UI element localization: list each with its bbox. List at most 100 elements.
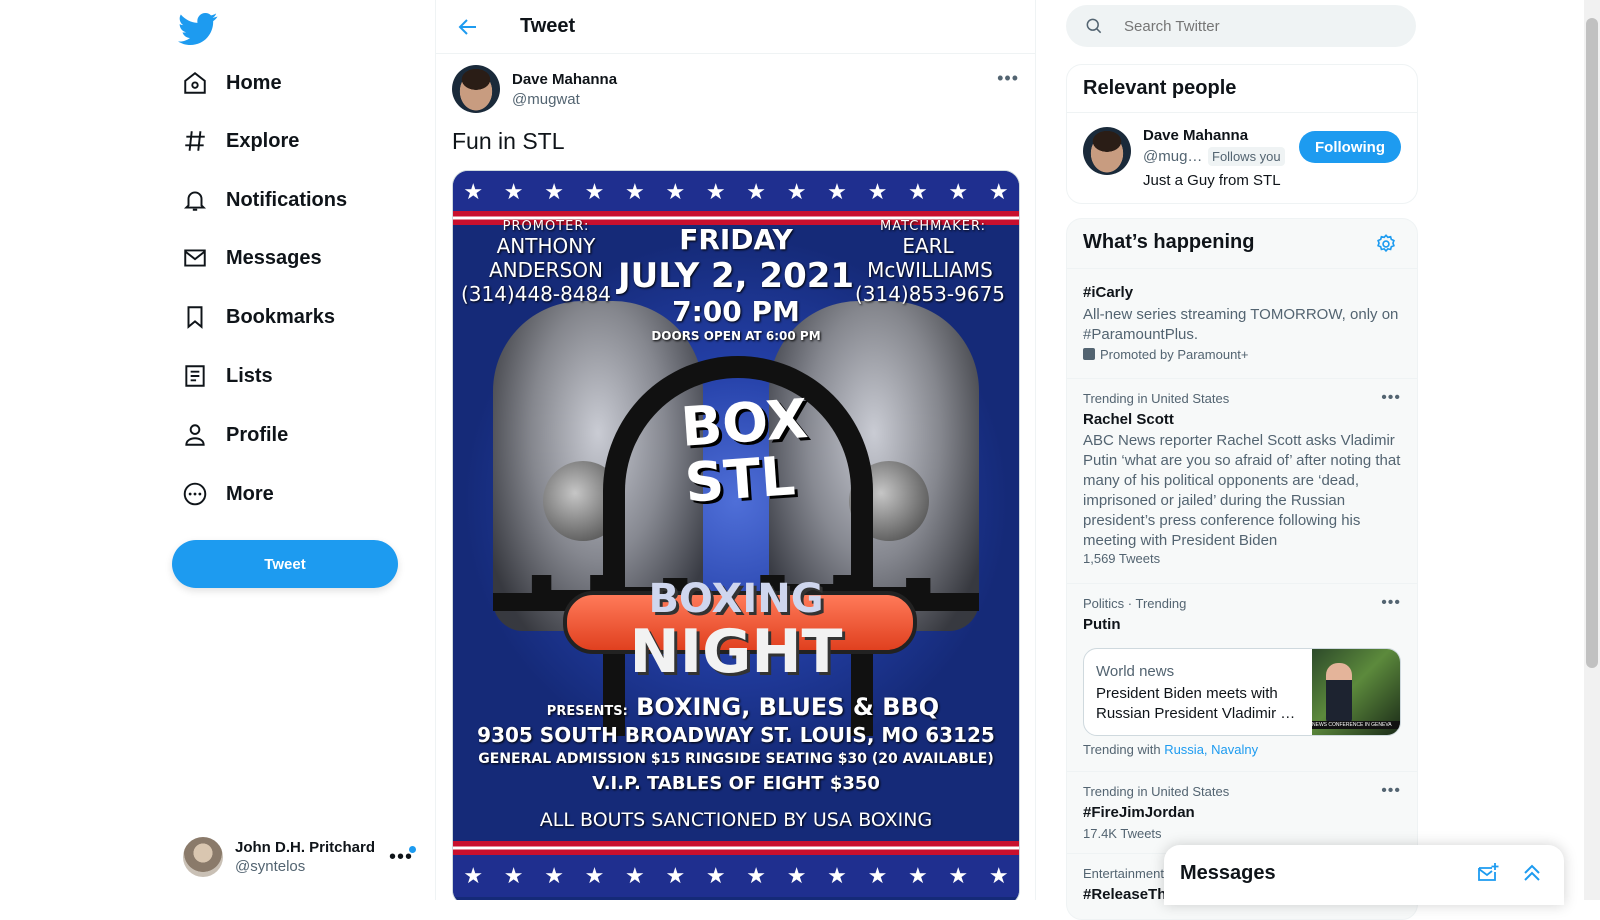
matchmaker-phone: (314)853-9675 [854,282,1006,306]
trend-title: Putin [1083,616,1121,633]
trend-count: 1,569 Tweets [1083,551,1161,566]
author-handle[interactable]: @mugwat [512,91,617,108]
more-circle-icon [183,482,207,506]
whats-happening-card: What’s happening #iCarly All-new series … [1066,218,1418,920]
gear-icon[interactable] [1375,233,1397,255]
compose-tweet-button[interactable]: Tweet [172,540,398,588]
twitter-logo-icon[interactable] [178,8,218,48]
trend-item[interactable]: Trending in United States ••• #FireJimJo… [1067,771,1417,854]
following-button[interactable]: Following [1299,131,1401,163]
tweet-text: Fun in STL [452,128,565,154]
tweet-image[interactable]: ★ ★ ★ ★ ★ ★ ★ ★ ★ ★ ★ ★ ★ ★ BOX STL PROMOTER: ANTHONY… [452,170,1020,900]
person-icon [185,424,205,446]
search-icon [1086,18,1102,34]
trend-more-icon[interactable]: ••• [1381,782,1401,800]
poster-day: FRIDAY [679,223,793,256]
trending-with-links[interactable]: Russia, Navalny [1164,742,1258,757]
trend-item[interactable]: #iCarly All-new series streaming TOMORRO… [1067,268,1417,379]
hashtag-icon [185,131,205,151]
scrollbar-thumb[interactable] [1586,18,1598,668]
poster-doors: DOORS OPEN AT 6:00 PM [651,329,821,343]
poster-date: JULY 2, 2021 [617,256,855,296]
nav-notifications[interactable]: Notifications [182,176,347,224]
promoted-icon [1083,348,1095,360]
trend-count: 17.4K Tweets [1083,826,1162,841]
matchmaker-name-1: EARL [902,234,954,258]
relevant-person-name[interactable]: Dave Mahanna [1143,127,1248,144]
promoter-phone: (314)448-8484 [460,282,612,306]
chevron-up-icon[interactable] [1520,861,1544,885]
tweet-more-icon[interactable]: ••• [997,68,1019,89]
nav-bookmarks[interactable]: Bookmarks [182,293,335,341]
promoted-label: Promoted by Paramount+ [1083,347,1249,362]
home-icon [184,72,206,94]
author-avatar[interactable] [452,65,500,113]
nav-messages[interactable]: Messages [182,234,322,282]
account-switcher[interactable]: John D.H. Pritchard @syntelos ••• [183,832,423,882]
search-input[interactable] [1122,16,1386,36]
nav-profile-label: Profile [226,423,289,446]
star-band-top: ★ ★ ★ ★ ★ ★ ★ ★ ★ ★ ★ ★ ★ ★ [453,171,1019,213]
main-column: Tweet Dave Mahanna @mugwat ••• Fun in ST… [435,0,1036,900]
account-handle: @syntelos [235,858,306,875]
nav-lists[interactable]: Lists [182,352,273,400]
list-icon [185,365,205,387]
promoter-name-1: ANTHONY [496,234,596,258]
news-card[interactable]: World news President Biden meets with Ru… [1083,648,1401,736]
news-thumbnail: NEWS CONFERENCE IN GENEVA [1312,649,1400,735]
event-title: BOXING NIGHT [453,576,1019,682]
scrollbar[interactable] [1584,0,1600,900]
page-title: Tweet [520,15,576,37]
trend-description: ABC News reporter Rachel Scott asks Vlad… [1083,432,1401,549]
event-title-line-2: NIGHT [629,617,843,687]
news-thumbnail-person [1326,663,1352,723]
account-name: John D.H. Pritchard [235,839,376,856]
poster-presents: PRESENTS: [546,704,628,719]
trend-description: All-new series streaming TOMORROW, only … [1083,306,1399,343]
nav-home[interactable]: Home [182,59,282,107]
trend-item[interactable]: Trending in United States ••• Rachel Sco… [1067,378,1417,582]
relevant-people-title: Relevant people [1083,77,1237,99]
messages-drawer[interactable]: Messages [1164,845,1564,905]
nav-notifications-label: Notifications [226,188,348,211]
relevant-person-avatar[interactable] [1083,127,1131,175]
news-headline: President Biden meets with Russian Presi… [1096,685,1296,722]
nav-more[interactable]: More [182,470,274,518]
star-band-bottom: ★ ★ ★ ★ ★ ★ ★ ★ ★ ★ ★ ★ ★ ★ [453,855,1019,897]
trend-title: #ReleaseTh [1083,886,1167,903]
poster-tagline: PRESENTS: BOXING, BLUES & BBQ [513,693,973,721]
new-message-icon[interactable] [1476,861,1500,885]
nav-explore-label: Explore [226,129,300,152]
tweet-header: Tweet [436,0,1035,54]
follows-you-badge: Follows you [1208,147,1285,166]
right-sidebar: Relevant people Dave Mahanna @mug… Follo… [1066,0,1418,920]
trend-meta: Entertainment [1083,866,1164,881]
nav-explore[interactable]: Explore [182,117,299,165]
nav-profile[interactable]: Profile [182,411,288,459]
trend-title: #FireJimJordan [1083,804,1195,821]
promoter-label: PROMOTER: [502,219,590,234]
left-sidebar: Home Explore Notifications Messages Book… [0,0,435,900]
back-arrow-icon[interactable] [456,15,480,39]
trend-item[interactable]: Politics · Trending ••• Putin World news… [1067,583,1417,770]
poster-sanction: ALL BOUTS SANCTIONED BY USA BOXING [539,809,933,831]
trend-more-icon[interactable]: ••• [1381,594,1401,612]
trend-meta: Trending in United States [1083,391,1230,406]
relevant-person-bio: Just a Guy from STL [1143,172,1281,189]
tweet-author[interactable]: Dave Mahanna @mugwat [452,65,617,113]
trend-title: #iCarly [1083,284,1134,301]
notification-dot [409,846,416,853]
trend-title: Rachel Scott [1083,411,1174,428]
relevant-people-card: Relevant people Dave Mahanna @mug… Follo… [1066,64,1418,204]
trend-meta: Trending in United States [1083,784,1230,799]
relevant-person-handle[interactable]: @mug… [1143,148,1202,165]
messages-drawer-title: Messages [1180,862,1276,884]
whats-happening-title: What’s happening [1083,231,1255,253]
news-source: World news [1096,663,1175,680]
poster-tagline-text: BOXING, BLUES & BBQ [636,693,940,721]
nav-home-label: Home [226,71,282,94]
author-name[interactable]: Dave Mahanna [512,71,617,88]
search-bar[interactable] [1066,5,1416,47]
trend-more-icon[interactable]: ••• [1381,389,1401,407]
matchmaker-name-2: McWILLIAMS [867,258,993,282]
